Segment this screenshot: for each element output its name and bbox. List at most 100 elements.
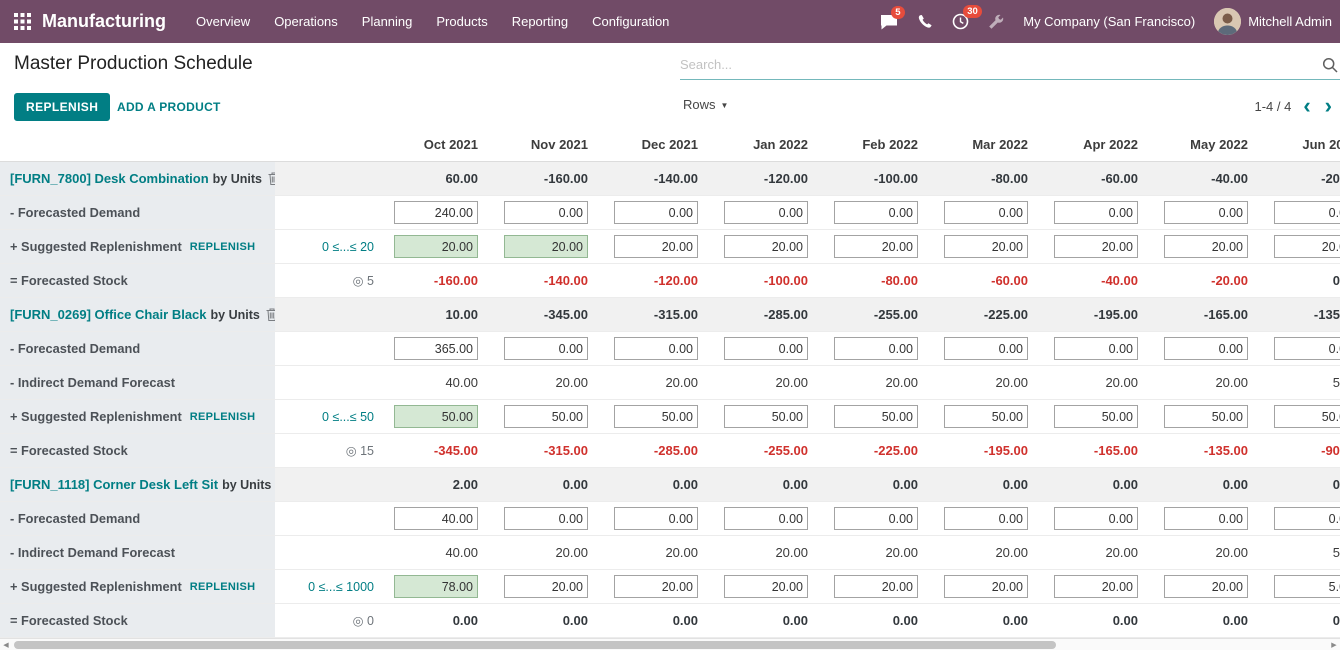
replenishment-input[interactable] <box>394 405 478 428</box>
tools-button[interactable] <box>988 14 1004 30</box>
forecast-demand-input[interactable] <box>614 201 698 224</box>
forecast-demand-input[interactable] <box>834 201 918 224</box>
scroll-left-icon[interactable]: ◀ <box>0 640 12 650</box>
replenishment-input[interactable] <box>614 575 698 598</box>
replenishment-input[interactable] <box>1054 405 1138 428</box>
forecast-demand-input[interactable] <box>1054 201 1138 224</box>
replenishment-input[interactable] <box>724 235 808 258</box>
replenishment-input[interactable] <box>1274 575 1340 598</box>
pager-previous-icon[interactable]: ‹ <box>1301 97 1312 115</box>
replenish-range[interactable]: 0 ≤...≤ 50 <box>322 410 374 424</box>
replenishment-input[interactable] <box>394 575 478 598</box>
safety-stock-target[interactable]: ◎ 5 <box>353 273 374 288</box>
pager-next-icon[interactable]: › <box>1323 97 1334 115</box>
replenishment-input[interactable] <box>504 575 588 598</box>
forecast-demand-input[interactable] <box>944 201 1028 224</box>
company-switcher[interactable]: My Company (San Francisco) <box>1023 14 1195 29</box>
search-input[interactable] <box>680 50 1314 79</box>
rows-dropdown[interactable]: Rows▼ <box>683 97 728 112</box>
forecast-demand-input[interactable] <box>944 507 1028 530</box>
forecast-demand-input[interactable] <box>1054 507 1138 530</box>
replenishment-input[interactable] <box>944 405 1028 428</box>
menu-item-operations[interactable]: Operations <box>262 7 350 36</box>
replenishment-input[interactable] <box>1164 235 1248 258</box>
forecast-demand-input[interactable] <box>1164 337 1248 360</box>
replenishment-input[interactable] <box>724 575 808 598</box>
forecast-demand-input[interactable] <box>1054 337 1138 360</box>
row-label-cell: + Suggested ReplenishmentREPLENISH <box>0 400 275 433</box>
forecast-demand-input[interactable] <box>1274 507 1340 530</box>
app-name[interactable]: Manufacturing <box>42 11 166 32</box>
menu-item-overview[interactable]: Overview <box>184 7 262 36</box>
replenishment-input[interactable] <box>1164 405 1248 428</box>
add-product-button[interactable]: ADD A PRODUCT <box>117 100 221 114</box>
replenishment-input[interactable] <box>724 405 808 428</box>
replenishment-input[interactable] <box>614 235 698 258</box>
forecast-demand-input[interactable] <box>724 507 808 530</box>
menu-item-products[interactable]: Products <box>424 7 499 36</box>
forecast-demand-input[interactable] <box>724 201 808 224</box>
forecast-demand-input[interactable] <box>394 337 478 360</box>
stock-row: = Forecasted Stock◎ 5-160.00-140.00-120.… <box>0 264 1340 298</box>
forecast-demand-input[interactable] <box>724 337 808 360</box>
replenishment-input[interactable] <box>394 235 478 258</box>
apps-grid-icon[interactable] <box>8 8 36 36</box>
replenishment-input[interactable] <box>834 235 918 258</box>
messages-button[interactable]: 5 <box>880 14 898 30</box>
forecast-demand-input[interactable] <box>394 201 478 224</box>
value-cell: 20.00 <box>490 366 600 399</box>
phone-button[interactable] <box>917 14 933 30</box>
replenish-link[interactable]: REPLENISH <box>190 581 256 593</box>
replenish-button[interactable]: REPLENISH <box>14 93 110 121</box>
forecast-demand-input[interactable] <box>504 201 588 224</box>
magnifier-icon[interactable] <box>1322 57 1338 76</box>
replenish-link[interactable]: REPLENISH <box>190 241 256 253</box>
menu-item-planning[interactable]: Planning <box>350 7 425 36</box>
replenishment-input[interactable] <box>1274 235 1340 258</box>
replenishment-input[interactable] <box>1164 575 1248 598</box>
replenishment-input[interactable] <box>1054 575 1138 598</box>
trash-icon[interactable] <box>266 308 275 321</box>
forecast-demand-input[interactable] <box>1164 201 1248 224</box>
forecast-demand-input[interactable] <box>834 507 918 530</box>
menu-item-configuration[interactable]: Configuration <box>580 7 681 36</box>
replenishment-input[interactable] <box>504 405 588 428</box>
safety-stock-target[interactable]: ◎ 15 <box>346 443 374 458</box>
forecast-demand-input[interactable] <box>394 507 478 530</box>
scroll-right-icon[interactable]: ▶ <box>1328 640 1340 650</box>
value-cell <box>380 332 490 365</box>
replenish-range[interactable]: 0 ≤...≤ 1000 <box>308 580 374 594</box>
replenish-range[interactable]: 0 ≤...≤ 20 <box>322 240 374 254</box>
scrollbar-thumb[interactable] <box>14 641 1056 649</box>
forecast-demand-input[interactable] <box>944 337 1028 360</box>
forecast-demand-input[interactable] <box>834 337 918 360</box>
value-text: 0.00 <box>1223 477 1248 492</box>
safety-stock-target[interactable]: ◎ 0 <box>353 613 374 628</box>
user-menu[interactable]: Mitchell Admin <box>1214 8 1332 35</box>
replenishment-input[interactable] <box>1274 405 1340 428</box>
replenishment-input[interactable] <box>614 405 698 428</box>
replenishment-input[interactable] <box>834 405 918 428</box>
forecast-demand-input[interactable] <box>1274 337 1340 360</box>
replenishment-input[interactable] <box>944 575 1028 598</box>
product-link[interactable]: [FURN_0269] Office Chair Black <box>10 307 207 322</box>
value-cell <box>490 570 600 603</box>
replenishment-input[interactable] <box>834 575 918 598</box>
activities-button[interactable]: 30 <box>952 13 969 30</box>
forecast-demand-input[interactable] <box>1274 201 1340 224</box>
forecast-demand-input[interactable] <box>504 337 588 360</box>
trash-icon[interactable] <box>268 172 275 185</box>
product-link[interactable]: [FURN_7800] Desk Combination <box>10 171 209 186</box>
replenishment-input[interactable] <box>504 235 588 258</box>
forecast-demand-input[interactable] <box>504 507 588 530</box>
replenishment-input[interactable] <box>944 235 1028 258</box>
forecast-demand-input[interactable] <box>614 337 698 360</box>
product-link[interactable]: [FURN_1118] Corner Desk Left Sit <box>10 477 218 492</box>
value-text: -90.00 <box>1321 443 1340 458</box>
forecast-demand-input[interactable] <box>1164 507 1248 530</box>
value-cell: -20.00 <box>1150 264 1260 297</box>
menu-item-reporting[interactable]: Reporting <box>500 7 580 36</box>
forecast-demand-input[interactable] <box>614 507 698 530</box>
replenishment-input[interactable] <box>1054 235 1138 258</box>
replenish-link[interactable]: REPLENISH <box>190 411 256 423</box>
